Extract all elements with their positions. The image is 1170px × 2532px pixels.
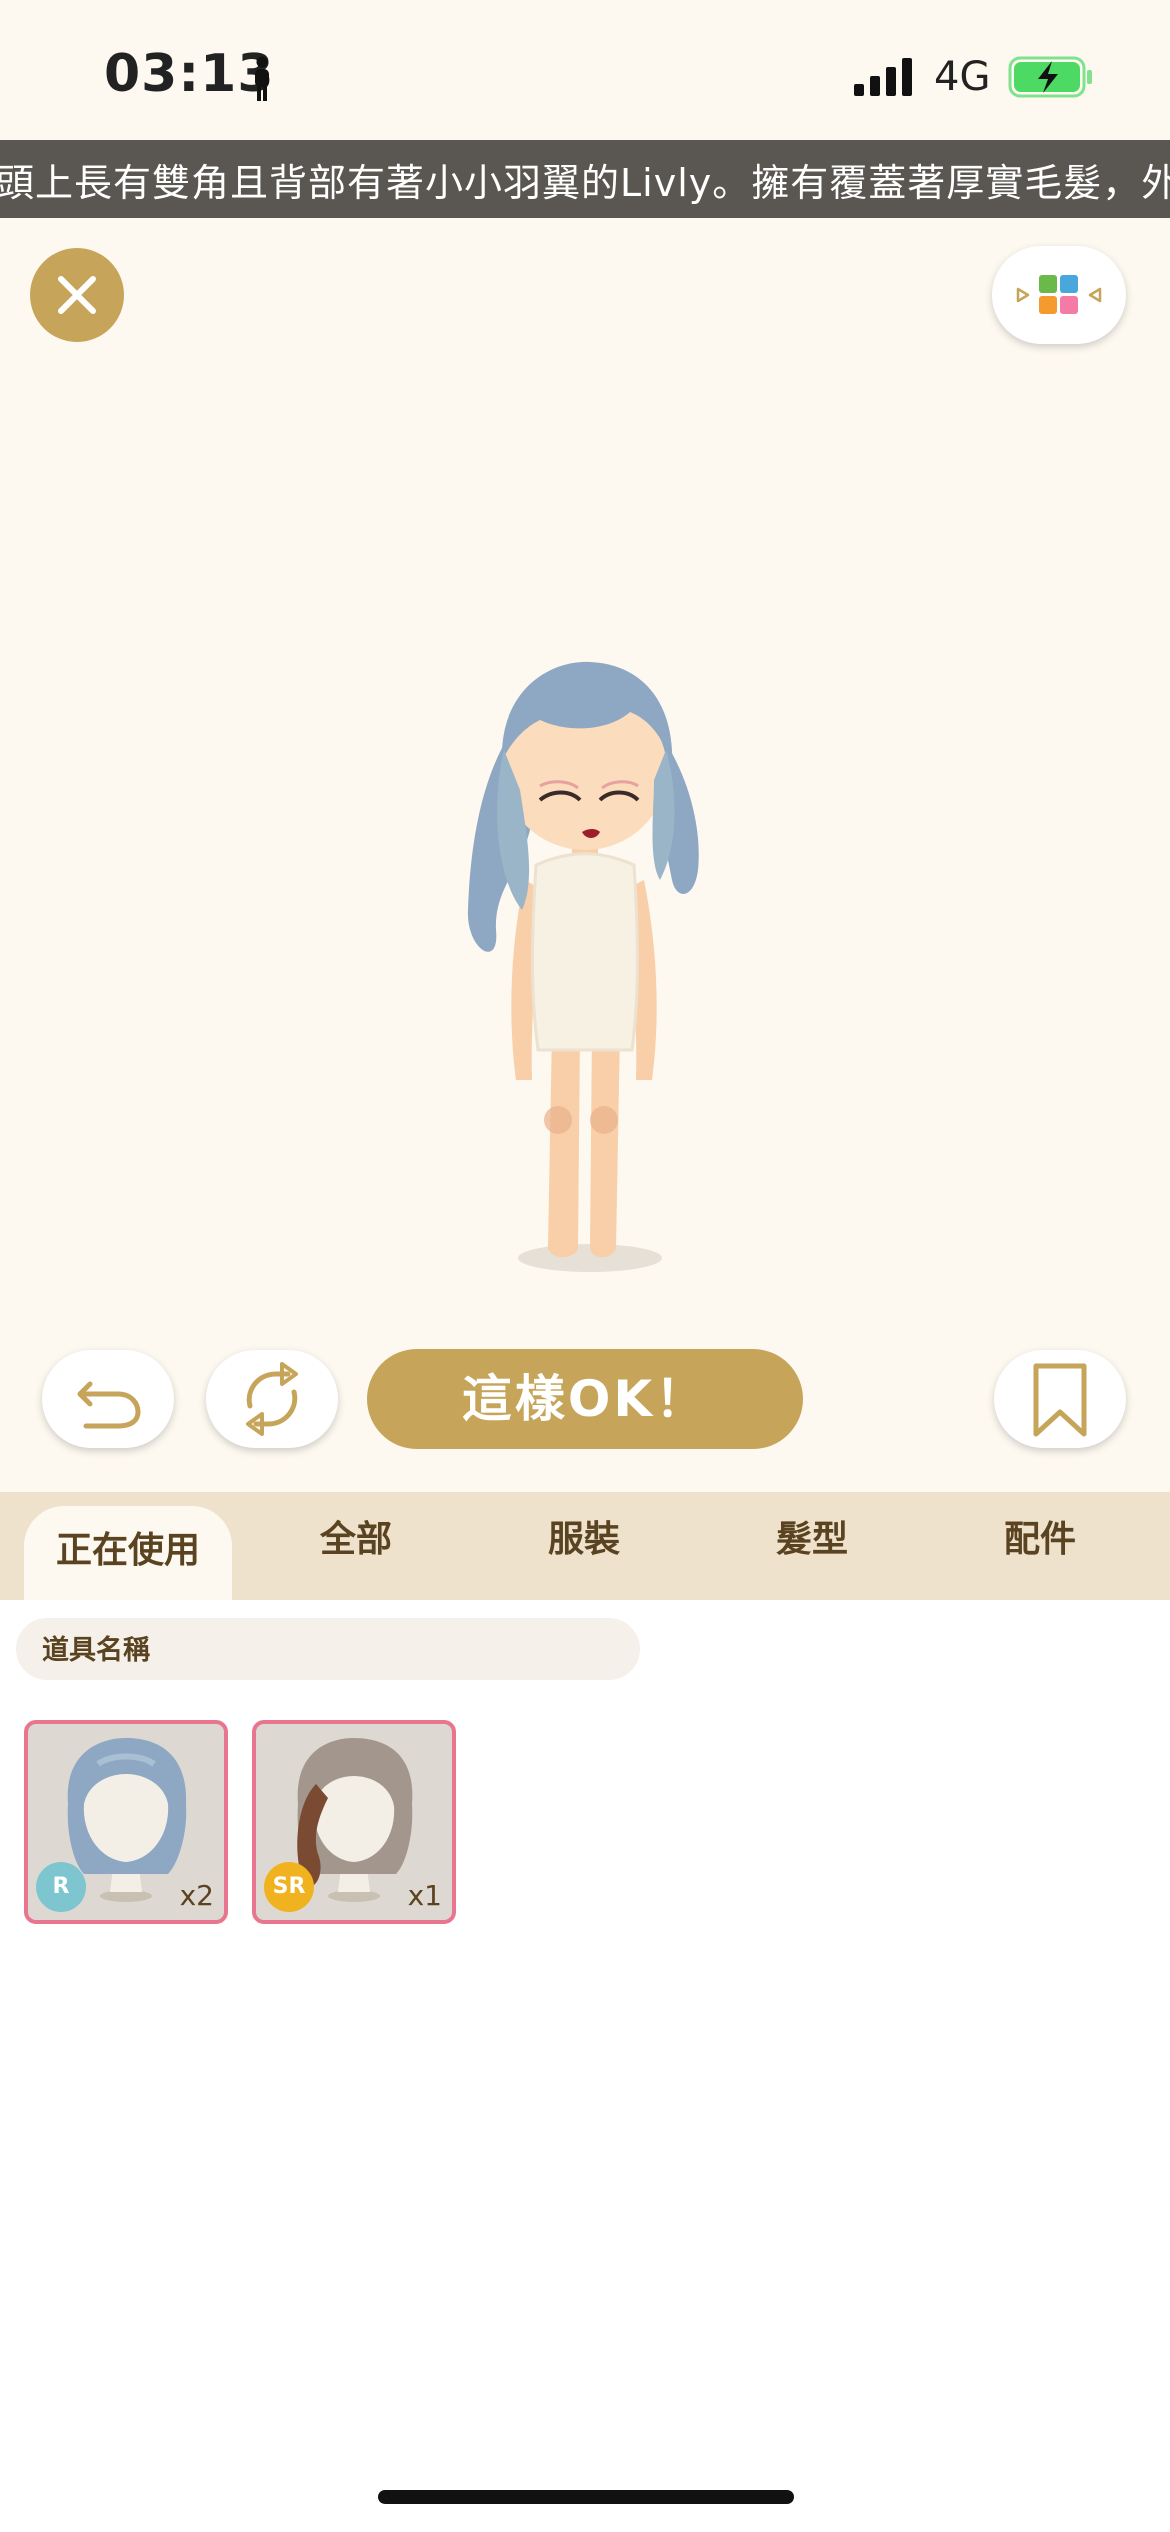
bookmark-icon (1033, 1363, 1087, 1437)
item-quantity: x1 (407, 1879, 442, 1912)
close-icon (58, 276, 96, 314)
network-type: 4G (934, 54, 991, 100)
battery-charging-icon (1008, 56, 1092, 98)
cellular-signal-icon (854, 58, 912, 96)
tab-clothing[interactable]: 服裝 (484, 1492, 684, 1600)
item-name-search-input[interactable] (40, 1618, 624, 1682)
close-button[interactable] (30, 248, 124, 342)
tab-all[interactable]: 全部 (256, 1492, 456, 1600)
tab-hairstyle[interactable]: 髮型 (712, 1492, 912, 1600)
rarity-badge: R (36, 1862, 86, 1912)
tab-accessories[interactable]: 配件 (940, 1492, 1140, 1600)
undo-icon (77, 1381, 141, 1429)
refresh-icon (246, 1362, 298, 1436)
item-list-panel: R x2 SR x1 (0, 1600, 1170, 2532)
color-palette-button[interactable] (992, 246, 1126, 344)
confirm-ok-button[interactable]: 這樣OK！ (367, 1349, 803, 1449)
status-bar: 03:13 4G (0, 0, 1170, 140)
item-quantity: x2 (179, 1879, 214, 1912)
tab-in-use[interactable]: 正在使用 (24, 1506, 232, 1600)
undo-button[interactable] (42, 1350, 174, 1448)
randomize-button[interactable] (206, 1350, 338, 1448)
bookmark-button[interactable] (994, 1350, 1126, 1448)
color-palette-icon (1016, 275, 1102, 314)
person-activity-icon (255, 56, 269, 101)
home-indicator[interactable] (378, 2490, 794, 2504)
category-tab-bar: 正在使用 全部 服裝 髮型 配件 (0, 1492, 1170, 1600)
item-card-blue-hair[interactable]: R x2 (24, 1720, 228, 1924)
rarity-badge: SR (264, 1862, 314, 1912)
item-description-text: 頭上長有雙角且背部有著小小羽翼的Livly。擁有覆蓋著厚實毛髮，外型突 (0, 161, 1170, 205)
item-search-box[interactable] (16, 1618, 640, 1682)
character-avatar (467, 661, 699, 1272)
item-card-brown-hair[interactable]: SR x1 (252, 1720, 456, 1924)
status-time: 03:13 (104, 44, 275, 104)
item-description-marquee: 頭上長有雙角且背部有著小小羽翼的Livly。擁有覆蓋著厚實毛髮，外型突 (0, 140, 1170, 218)
